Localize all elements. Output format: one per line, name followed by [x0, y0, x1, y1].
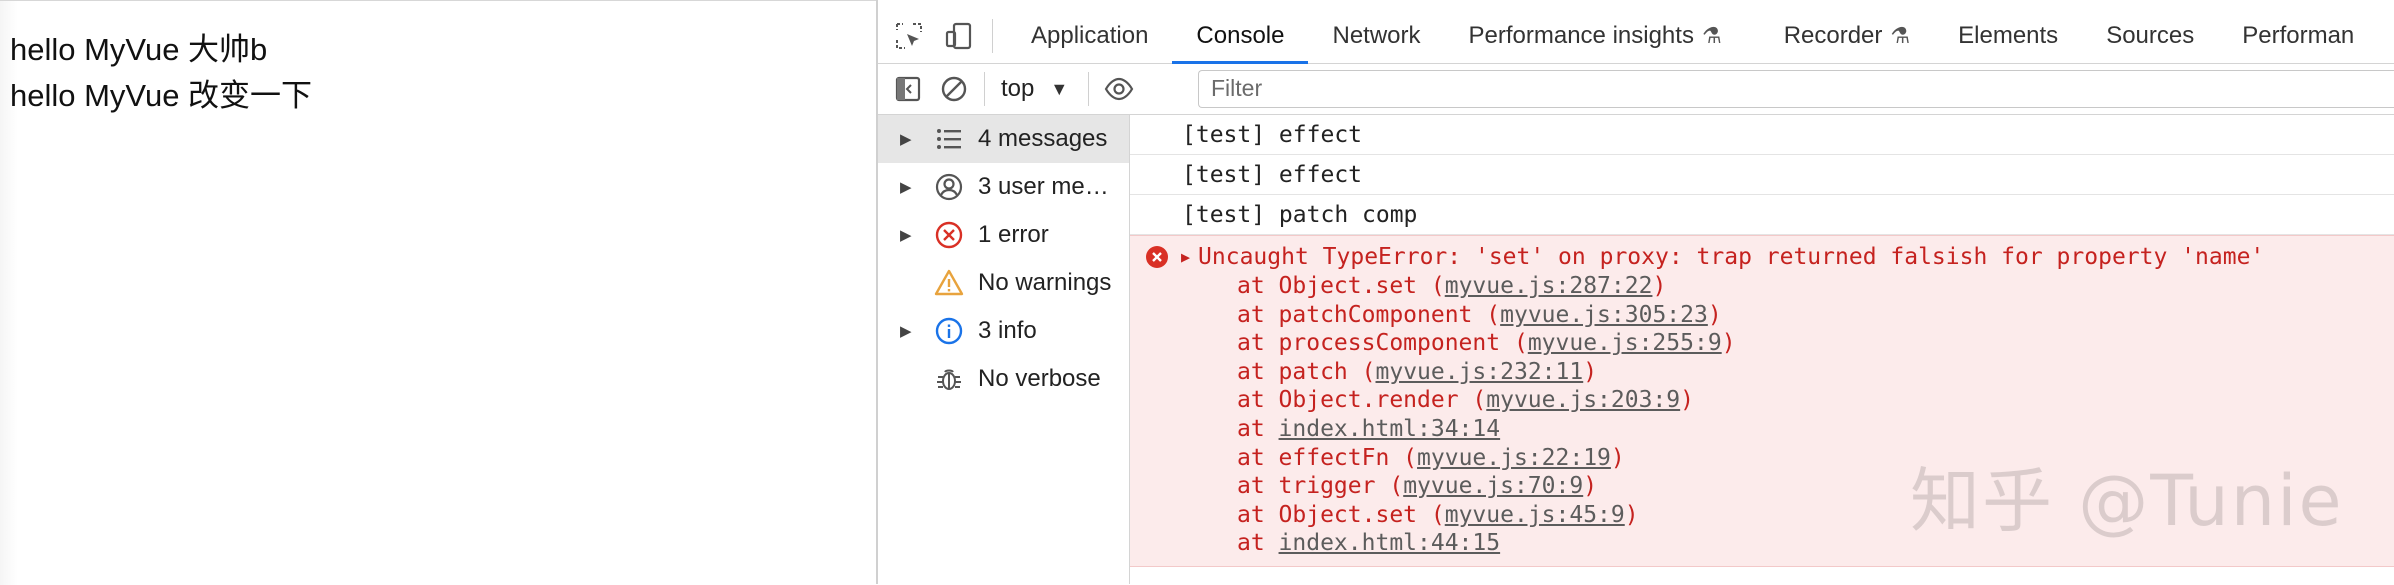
frame-function: Object.set: [1278, 501, 1418, 528]
watermark: 知乎 @Tunie: [1910, 460, 2344, 542]
tab-label: Performan: [2242, 21, 2355, 49]
sidebar-item-label: 3 user me…: [978, 173, 1109, 200]
tab-sources[interactable]: Sources: [2082, 8, 2218, 63]
frame-source-link[interactable]: myvue.js:305:23: [1500, 302, 1708, 328]
frame-source-link[interactable]: myvue.js:45:9: [1445, 502, 1625, 528]
frame-function: effectFn: [1278, 444, 1390, 471]
page-viewport: hello MyVue 大帅b hello MyVue 改变一下: [0, 0, 876, 585]
sidebar-item-label: 1 error: [978, 221, 1049, 248]
tab-label: Sources: [2106, 21, 2195, 49]
page-content: hello MyVue 大帅b hello MyVue 改变一下: [0, 1, 876, 119]
expand-triangle-icon[interactable]: ▶: [1181, 248, 1190, 266]
tab-label: Performance insights: [1468, 21, 1694, 49]
frame-source-link[interactable]: myvue.js:232:11: [1376, 359, 1584, 385]
console-prompt[interactable]: [1130, 567, 2394, 584]
context-selector[interactable]: top ▼: [1001, 75, 1068, 103]
tab-label: Network: [1332, 21, 1421, 49]
expand-arrow-icon: ▶: [900, 227, 912, 244]
expand-arrow-icon: ▶: [900, 179, 912, 196]
sidebar-item-user[interactable]: ▶ 3 user me…: [878, 163, 1129, 211]
tab-label: Console: [1196, 21, 1285, 49]
stack-frame: at Object.set (myvue.js:287:22): [1237, 273, 1667, 299]
stack-frame: at Object.render (myvue.js:203:9): [1237, 387, 1694, 414]
sidebar-item-label: No verbose: [978, 365, 1101, 392]
frame-function: patchComponent: [1278, 301, 1473, 328]
devtools-panel: Application Console Network Performance ins…: [876, 0, 2394, 584]
frame-function: Object.set: [1278, 273, 1418, 299]
console-toolbar: top ▼: [878, 64, 2394, 115]
sidebar-item-label: 3 info: [978, 317, 1037, 344]
tab-list: Application Console Network Performance ins…: [1007, 8, 2378, 64]
devtools-tabbar: Application Console Network Performance ins…: [878, 8, 2394, 64]
tab-performance-insights[interactable]: Performance insights ⚗: [1445, 8, 1746, 63]
frame-source-link[interactable]: myvue.js:287:22: [1445, 273, 1653, 299]
tab-elements[interactable]: Elements: [1934, 8, 2082, 63]
expand-arrow-icon: ▶: [900, 323, 912, 340]
filter-input[interactable]: [1199, 71, 2394, 105]
error-icon: [930, 216, 968, 254]
divider: [992, 18, 993, 53]
tab-performan[interactable]: Performan: [2218, 8, 2378, 63]
sidebar-item-bug[interactable]: No verbose: [878, 355, 1129, 403]
frame-function: patch: [1278, 358, 1348, 385]
page-text-line: hello MyVue 改变一下: [10, 78, 313, 113]
error-header[interactable]: ▶ Uncaught TypeError: 'set' on proxy: tr…: [1130, 242, 2394, 272]
stack-frame: at patchComponent (myvue.js:305:23): [1237, 301, 1722, 328]
filter-field[interactable]: [1198, 70, 2394, 108]
chevron-down-icon: ▼: [1050, 78, 1069, 99]
error-text: Uncaught TypeError: 'set' on proxy: trap…: [1198, 244, 2265, 270]
user-icon: [930, 168, 968, 206]
frame-source-link[interactable]: myvue.js:70:9: [1403, 473, 1583, 499]
viewport-edge-shade: [0, 1, 18, 585]
inspect-element-icon[interactable]: [890, 17, 928, 55]
clear-console-icon[interactable]: [934, 69, 974, 109]
warning-icon: [930, 264, 968, 302]
stack-frame: at processComponent (myvue.js:255:9): [1237, 330, 1736, 357]
log-message: [test] effect: [1130, 155, 2394, 195]
error-circle-icon: [1146, 246, 1168, 268]
frame-function: Object.render: [1278, 387, 1459, 414]
experiment-flask-icon: ⚗: [1701, 22, 1722, 48]
tab-network[interactable]: Network: [1308, 8, 1444, 63]
log-message: [test] patch comp: [1130, 195, 2394, 235]
list-icon: [930, 120, 968, 158]
tab-label: Application: [1031, 21, 1149, 49]
tab-label: Elements: [1958, 21, 2059, 49]
info-icon: [930, 312, 968, 350]
device-toolbar-icon[interactable]: [940, 17, 978, 55]
tab-console[interactable]: Console: [1172, 8, 1309, 64]
sidebar-item-info[interactable]: ▶ 3 info: [878, 307, 1129, 355]
stack-frame: at patch (myvue.js:232:11): [1237, 358, 1598, 385]
frame-source-link[interactable]: index.html:44:15: [1279, 530, 1501, 556]
frame-function: trigger: [1278, 473, 1376, 500]
sidebar-toggle-icon[interactable]: [888, 69, 928, 109]
frame-function: processComponent: [1278, 330, 1501, 357]
sidebar-item-label: 4 messages: [978, 125, 1108, 152]
sidebar-item-warning[interactable]: No warnings: [878, 259, 1129, 307]
sidebar-item-label: No warnings: [978, 269, 1112, 296]
tab-recorder[interactable]: Recorder ⚗: [1760, 8, 1934, 63]
experiment-flask-icon: ⚗: [1890, 22, 1911, 48]
frame-source-link[interactable]: index.html:34:14: [1279, 416, 1501, 442]
sidebar-item-error[interactable]: ▶ 1 error: [878, 211, 1129, 259]
frame-source-link[interactable]: myvue.js:255:9: [1528, 330, 1722, 356]
log-message: [test] effect: [1130, 115, 2394, 155]
console-sidebar: ▶ 4 messages ▶ 3 user me… ▶ 1 error No warning…: [878, 115, 1130, 584]
bug-icon: [930, 360, 968, 398]
context-value: top: [1001, 75, 1035, 102]
expand-arrow-icon: ▶: [900, 131, 912, 148]
divider: [984, 72, 985, 106]
tab-label: Recorder: [1783, 21, 1883, 49]
divider: [1088, 72, 1090, 106]
sidebar-item-list[interactable]: ▶ 4 messages: [878, 115, 1129, 163]
frame-source-link[interactable]: myvue.js:22:19: [1417, 445, 1611, 471]
page-text-line: hello MyVue 大帅b: [10, 32, 268, 67]
live-expression-eye-icon[interactable]: [1099, 69, 1139, 109]
stack-frame: at index.html:34:14: [1237, 415, 1501, 442]
frame-source-link[interactable]: myvue.js:203:9: [1486, 387, 1680, 413]
tab-application[interactable]: Application: [1007, 8, 1172, 63]
